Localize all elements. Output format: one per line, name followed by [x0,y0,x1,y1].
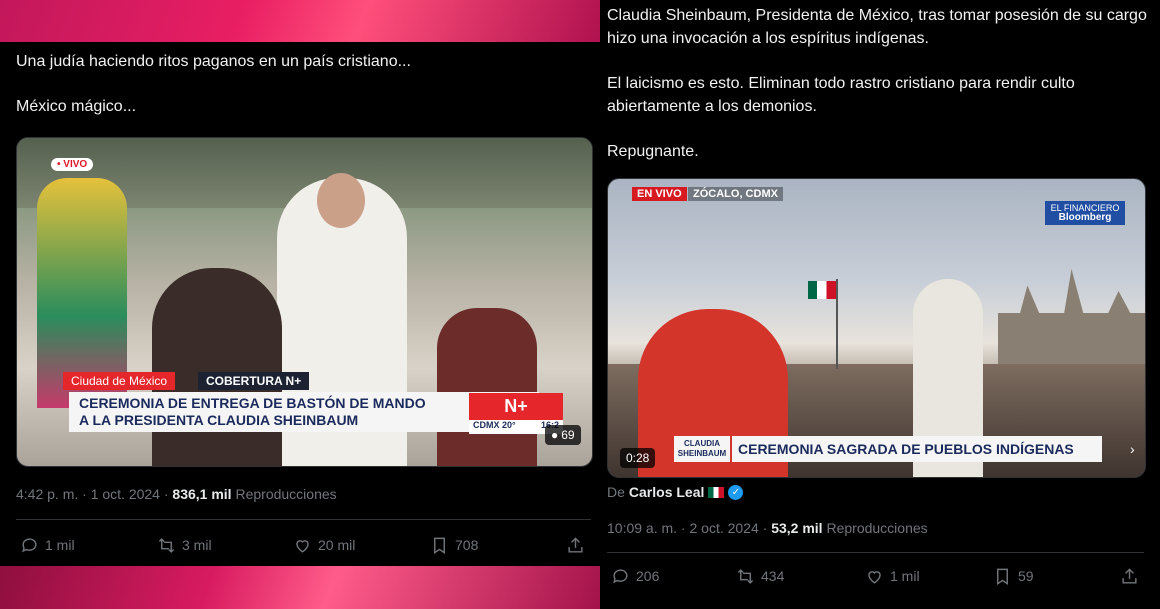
bookmark-button[interactable]: 708 [430,536,478,555]
name-tag-line: CLAUDIA [684,439,720,448]
bookmark-count: 708 [455,537,479,553]
reply-icon [22,537,37,552]
views-label: Reproducciones [231,486,337,502]
bookmark-icon [997,568,1008,585]
video-author: De Carlos Leal ✓ [607,484,744,500]
location-label: ZÓCALO, CDMX [688,187,783,201]
viewer-count: ● 69 [545,425,581,445]
live-badge: • VIVO [51,158,94,171]
share-icon [568,536,583,553]
like-button[interactable]: 1 mil [865,567,920,586]
reply-button[interactable]: 1 mil [20,536,75,555]
chevron-right-icon[interactable]: › [1130,441,1135,457]
mexico-flag-icon [708,486,725,498]
video-scene-figure [152,268,282,466]
reply-icon [613,568,628,583]
tweet-text: Claudia Sheinbaum, Presidenta de México,… [607,4,1152,185]
repost-icon [158,537,175,553]
video-scene-figure [437,308,537,466]
background-banner-top [0,0,600,42]
weather-text: CDMX 20° [473,420,516,430]
video-duration: 0:28 [620,448,656,468]
reply-button[interactable]: 206 [611,567,659,586]
video-scene-buildings [998,269,1145,379]
like-count: 1 mil [890,568,920,584]
like-button[interactable]: 20 mil [293,536,355,555]
tweet-paragraph: El laicismo es esto. Eliminan todo rastr… [607,75,1075,115]
video-player[interactable]: • VIVO Ciudad de México COBERTURA N+ CER… [16,137,593,467]
bookmark-icon [434,537,445,554]
views-count: 53,2 mil [771,520,823,536]
logo-line: Bloomberg [1058,212,1112,223]
left-tweet-card: Una judía haciendo ritos paganos en un p… [0,42,600,566]
bookmark-button[interactable]: 59 [993,567,1034,586]
tweet-text-line: Una judía haciendo ritos paganos en un p… [16,53,411,70]
views-label: Reproducciones [822,520,928,536]
divider [16,519,591,520]
action-bar: 1 mil 3 mil 20 mil 708 [0,534,600,556]
coverage-tag: COBERTURA N+ [198,372,310,390]
tweet-text: Una judía haciendo ritos paganos en un p… [16,50,586,140]
repost-button[interactable]: 3 mil [157,536,212,555]
tweet-meta: 10:09 a. m. · 2 oct. 2024 · 53,2 mil Rep… [607,520,928,536]
reply-count: 1 mil [45,537,75,553]
repost-count: 3 mil [182,537,212,553]
verified-badge-icon: ✓ [728,484,744,500]
timestamp: 4:42 p. m. · 1 oct. 2024 · [16,486,173,502]
repost-count: 434 [761,568,785,584]
name-tag: CLAUDIA SHEINBAUM [674,436,730,462]
flag-icon [808,281,836,299]
heart-icon [868,570,881,584]
tweet-meta: 4:42 p. m. · 1 oct. 2024 · 836,1 mil Rep… [16,486,337,502]
background-banner-bottom [0,566,600,609]
location-tag: Ciudad de México [63,372,176,390]
tweet-paragraph: Repugnante. [607,143,699,160]
channel-logo: N+ [469,393,563,420]
author-name[interactable]: Carlos Leal [629,484,704,500]
person-icon: ● [551,428,559,442]
lower-third-title: CEREMONIA SAGRADA DE PUEBLOS INDÍGENAS [732,436,1102,462]
like-count: 20 mil [318,537,356,553]
share-icon [1122,567,1137,584]
viewer-count-text: 69 [561,428,575,442]
tweet-paragraph: Claudia Sheinbaum, Presidenta de México,… [607,7,1147,47]
heart-icon [296,539,309,553]
tweet-text-line: México mágico... [16,98,137,115]
views-count: 836,1 mil [172,486,232,502]
reply-count: 206 [636,568,660,584]
repost-button[interactable]: 434 [736,567,784,586]
right-tweet-card: Claudia Sheinbaum, Presidenta de México,… [600,0,1160,596]
background-strip [600,596,1160,609]
video-player[interactable]: EN VIVO ZÓCALO, CDMX EL FINANCIERO Bloom… [607,178,1146,478]
divider [607,552,1144,553]
share-button[interactable] [1120,567,1139,586]
flag-pole [836,279,838,369]
share-button[interactable] [566,536,585,555]
action-bar: 206 434 1 mil 59 [600,565,1160,587]
channel-logo: EL FINANCIERO Bloomberg [1045,201,1125,225]
bookmark-count: 59 [1018,568,1034,584]
video-scene-figure [317,173,365,228]
repost-icon [737,568,754,584]
author-prefix: De [607,484,625,500]
timestamp: 10:09 a. m. · 2 oct. 2024 · [607,520,772,536]
en-vivo-badge: EN VIVO [632,187,687,201]
name-tag-line: SHEINBAUM [677,449,727,458]
